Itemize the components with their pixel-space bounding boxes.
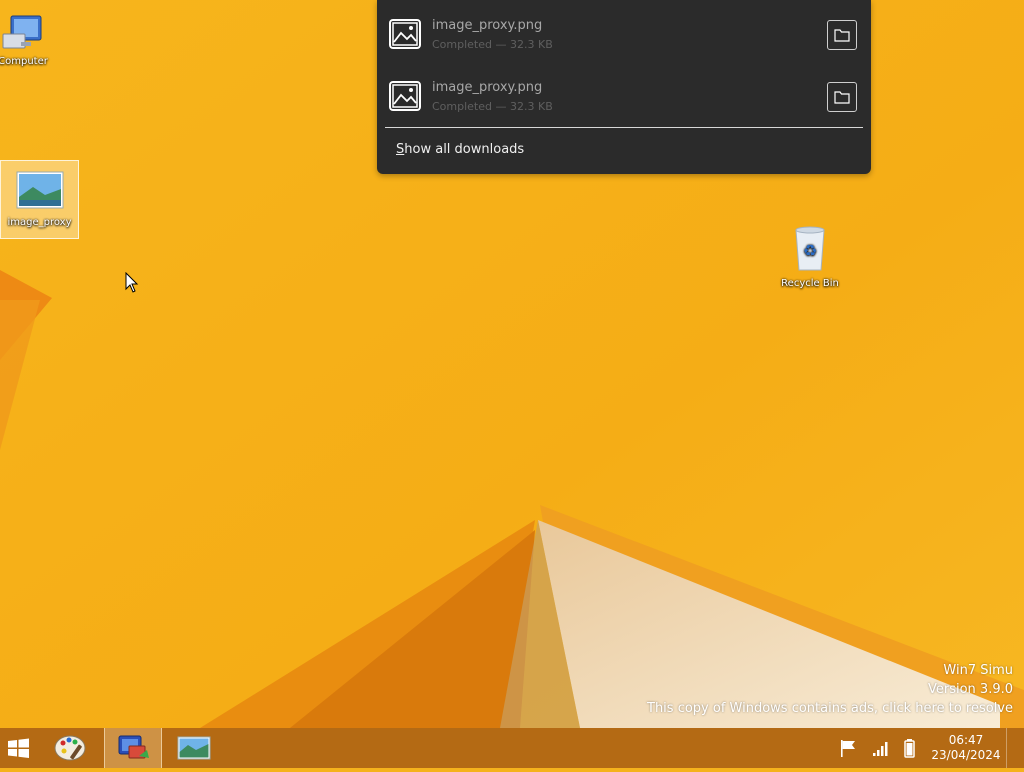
svg-text:♻: ♻ — [803, 241, 817, 260]
folder-icon — [834, 29, 850, 42]
explorer-icon — [118, 735, 149, 759]
signal-icon[interactable] — [871, 738, 891, 758]
downloads-panel: image_proxy.png Completed — 32.3 KB imag… — [377, 0, 871, 174]
download-item[interactable]: image_proxy.png Completed — 32.3 KB — [377, 0, 871, 60]
photos-icon — [177, 736, 211, 760]
show-desktop-button[interactable] — [1006, 728, 1024, 768]
desktop-icon-image-proxy[interactable]: image_proxy — [0, 160, 79, 239]
start-button[interactable] — [0, 728, 38, 768]
desktop-icon-label: Recycle Bin — [781, 278, 839, 289]
taskbar-clock[interactable]: 06:47 23/04/2024 — [928, 733, 1004, 763]
image-file-icon — [16, 171, 63, 209]
image-file-icon — [389, 81, 421, 111]
taskbar-explorer-button[interactable] — [104, 728, 162, 768]
activation-watermark[interactable]: Win7 Simu Version 3.9.0 This copy of Win… — [647, 661, 1013, 718]
download-status: Completed — 32.3 KB — [432, 100, 553, 113]
download-status: Completed — 32.3 KB — [432, 38, 553, 51]
watermark-ads-notice: This copy of Windows contains ads, click… — [647, 701, 1013, 716]
computer-icon — [2, 15, 42, 49]
desktop-icon-label: Computer — [0, 56, 48, 67]
open-folder-button[interactable] — [827, 82, 857, 112]
recycle-bin-icon: ♻ — [795, 226, 825, 271]
image-file-icon — [389, 19, 421, 49]
download-filename: image_proxy.png — [432, 80, 543, 95]
flag-icon[interactable] — [838, 738, 858, 758]
desktop-icon-computer[interactable]: Computer — [0, 12, 60, 68]
taskbar-paint-button[interactable] — [44, 728, 100, 768]
taskbar-photos-button[interactable] — [166, 728, 222, 768]
show-all-downloads-link[interactable]: Show all downloads — [396, 142, 524, 157]
folder-icon — [834, 91, 850, 104]
paint-icon — [54, 735, 86, 761]
clock-time: 06:47 — [948, 733, 984, 747]
windows-logo-icon — [8, 738, 29, 758]
taskbar: 06:47 23/04/2024 — [0, 728, 1024, 768]
divider — [385, 127, 863, 128]
clock-date: 23/04/2024 — [931, 748, 1001, 762]
show-all-label: how all downloads — [404, 142, 525, 157]
download-filename: image_proxy.png — [432, 18, 543, 33]
desktop-icon-label: image_proxy — [7, 217, 72, 228]
download-item[interactable]: image_proxy.png Completed — 32.3 KB — [377, 62, 871, 122]
open-folder-button[interactable] — [827, 20, 857, 50]
desktop-icon-recycle-bin[interactable]: ♻ Recycle Bin — [773, 224, 847, 290]
watermark-version: Version 3.9.0 — [927, 682, 1013, 697]
watermark-title: Win7 Simu — [943, 663, 1013, 678]
battery-icon[interactable] — [901, 738, 921, 758]
